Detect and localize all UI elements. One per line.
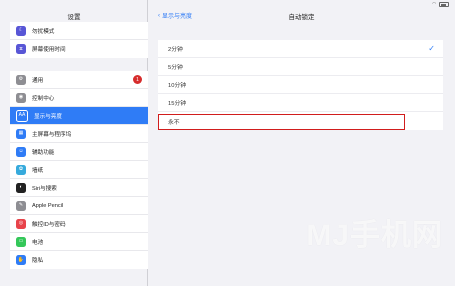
hourglass-icon: ⧖ xyxy=(16,44,26,54)
sidebar-item-label: 辅助功能 xyxy=(32,149,55,156)
option-10-minutes[interactable]: 10分钟 xyxy=(158,76,443,94)
detail-pane: ‹ 显示与亮度 自动锁定 2分钟 ✓ 5分钟 10分钟 15分钟 永不 MJ手机… xyxy=(148,0,455,286)
settings-sidebar: 设置 ☾ 勿扰模式 ⧖ 屏幕使用时间 ⚙ 通用 1 ◉ 控制中心 AA 显示与亮… xyxy=(0,0,148,286)
sidebar-item-label: 触控ID与密码 xyxy=(32,221,66,228)
sidebar-item-label: 隐私 xyxy=(32,258,44,264)
sidebar-item-label: 显示与亮度 xyxy=(34,113,62,120)
sidebar-item-accessibility[interactable]: ☺ 辅助功能 xyxy=(10,143,148,161)
sidebar-item-touch-id-passcode[interactable]: ◎ 触控ID与密码 xyxy=(10,215,148,233)
gear-icon: ⚙ xyxy=(16,74,26,85)
home-grid-icon: ▦ xyxy=(16,128,26,139)
sidebar-item-wallpaper[interactable]: ✿ 墙纸 xyxy=(10,161,148,179)
sidebar-item-general[interactable]: ⚙ 通用 1 xyxy=(10,71,148,89)
sidebar-item-label: 控制中心 xyxy=(32,95,55,102)
option-label: 永不 xyxy=(168,119,180,126)
page-title: 自动锁定 xyxy=(288,14,315,21)
sidebar-item-screen-time[interactable]: ⧖ 屏幕使用时间 xyxy=(10,40,148,58)
option-label: 10分钟 xyxy=(168,83,187,89)
sidebar-item-label: Apple Pencil xyxy=(32,202,64,209)
sidebar-item-label: 主屏幕与程序坞 xyxy=(32,131,72,138)
sidebar-item-do-not-disturb[interactable]: ☾ 勿扰模式 xyxy=(10,22,148,40)
sidebar-group-focus: ☾ 勿扰模式 ⧖ 屏幕使用时间 xyxy=(10,22,148,58)
option-label: 2分钟 xyxy=(168,47,183,53)
sidebar-item-apple-pencil[interactable]: ✎ Apple Pencil xyxy=(10,197,148,215)
sidebar-item-home-screen-dock[interactable]: ▦ 主屏幕与程序坞 xyxy=(10,125,148,143)
sidebar-item-label: 通用 xyxy=(32,77,44,84)
sidebar-group-main: ⚙ 通用 1 ◉ 控制中心 AA 显示与亮度 ▦ 主屏幕与程序坞 ☺ 辅助功能 … xyxy=(10,71,148,269)
watermark: MJ手机网 xyxy=(306,219,443,252)
sidebar-item-privacy[interactable]: ✋ 隐私 xyxy=(10,251,148,269)
option-label: 5分钟 xyxy=(168,65,183,71)
sidebar-item-display-brightness[interactable]: AA 显示与亮度 xyxy=(10,107,148,125)
switches-icon: ◉ xyxy=(16,92,26,103)
checkmark-icon: ✓ xyxy=(428,44,435,53)
option-2-minutes[interactable]: 2分钟 ✓ xyxy=(158,40,443,58)
sidebar-item-siri-search[interactable]: ◐ Siri与搜索 xyxy=(10,179,148,197)
sidebar-item-control-center[interactable]: ◉ 控制中心 xyxy=(10,89,148,107)
display-icon: AA xyxy=(16,109,28,122)
sidebar-title: 设置 xyxy=(67,14,81,21)
fingerprint-icon: ◎ xyxy=(16,218,26,229)
option-label: 15分钟 xyxy=(168,101,187,107)
auto-lock-options: 2分钟 ✓ 5分钟 10分钟 15分钟 永不 xyxy=(158,40,443,130)
accessibility-icon: ☺ xyxy=(16,146,26,157)
option-15-minutes[interactable]: 15分钟 xyxy=(158,94,443,112)
moon-icon: ☾ xyxy=(16,25,26,36)
option-never[interactable]: 永不 xyxy=(158,112,443,130)
sidebar-item-label: 电池 xyxy=(32,239,44,246)
sidebar-item-label: Siri与搜索 xyxy=(32,185,57,192)
sidebar-item-label: 勿扰模式 xyxy=(32,28,55,35)
battery-icon: ▭ xyxy=(16,236,26,247)
option-5-minutes[interactable]: 5分钟 xyxy=(158,58,443,76)
hand-icon: ✋ xyxy=(16,255,26,265)
sidebar-item-battery[interactable]: ▭ 电池 xyxy=(10,233,148,251)
sidebar-item-label: 屏幕使用时间 xyxy=(32,47,66,53)
notification-badge: 1 xyxy=(133,75,142,84)
sidebar-item-label: 墙纸 xyxy=(32,167,44,174)
wallpaper-icon: ✿ xyxy=(16,164,26,175)
siri-icon: ◐ xyxy=(16,182,26,193)
pencil-icon: ✎ xyxy=(16,200,26,211)
